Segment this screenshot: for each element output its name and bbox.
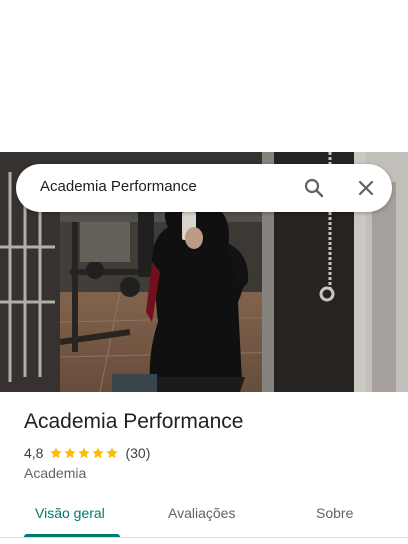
star-icon xyxy=(106,447,119,459)
star-icon xyxy=(78,447,91,459)
star-icon xyxy=(92,447,105,459)
place-title: Academia Performance xyxy=(24,410,244,433)
search-input[interactable]: Academia Performance xyxy=(40,178,197,195)
search-bar[interactable]: Academia Performance xyxy=(16,164,392,212)
star-icon xyxy=(64,447,77,459)
star-rating xyxy=(49,446,119,460)
tab-reviews[interactable]: Avaliações xyxy=(168,505,235,521)
place-category: Academia xyxy=(24,465,87,481)
place-tabs: Visão geral Avaliações Sobre xyxy=(0,496,408,538)
tabs-divider xyxy=(0,537,408,538)
rating-row[interactable]: 4,8 (30) xyxy=(24,444,150,462)
tab-about[interactable]: Sobre xyxy=(316,505,353,521)
review-count[interactable]: (30) xyxy=(125,445,150,461)
search-icon[interactable] xyxy=(302,176,326,200)
star-icon xyxy=(50,447,63,459)
rating-value: 4,8 xyxy=(24,445,44,461)
tab-overview[interactable]: Visão geral xyxy=(35,505,105,521)
map-area xyxy=(0,0,408,152)
close-icon[interactable] xyxy=(354,176,378,200)
